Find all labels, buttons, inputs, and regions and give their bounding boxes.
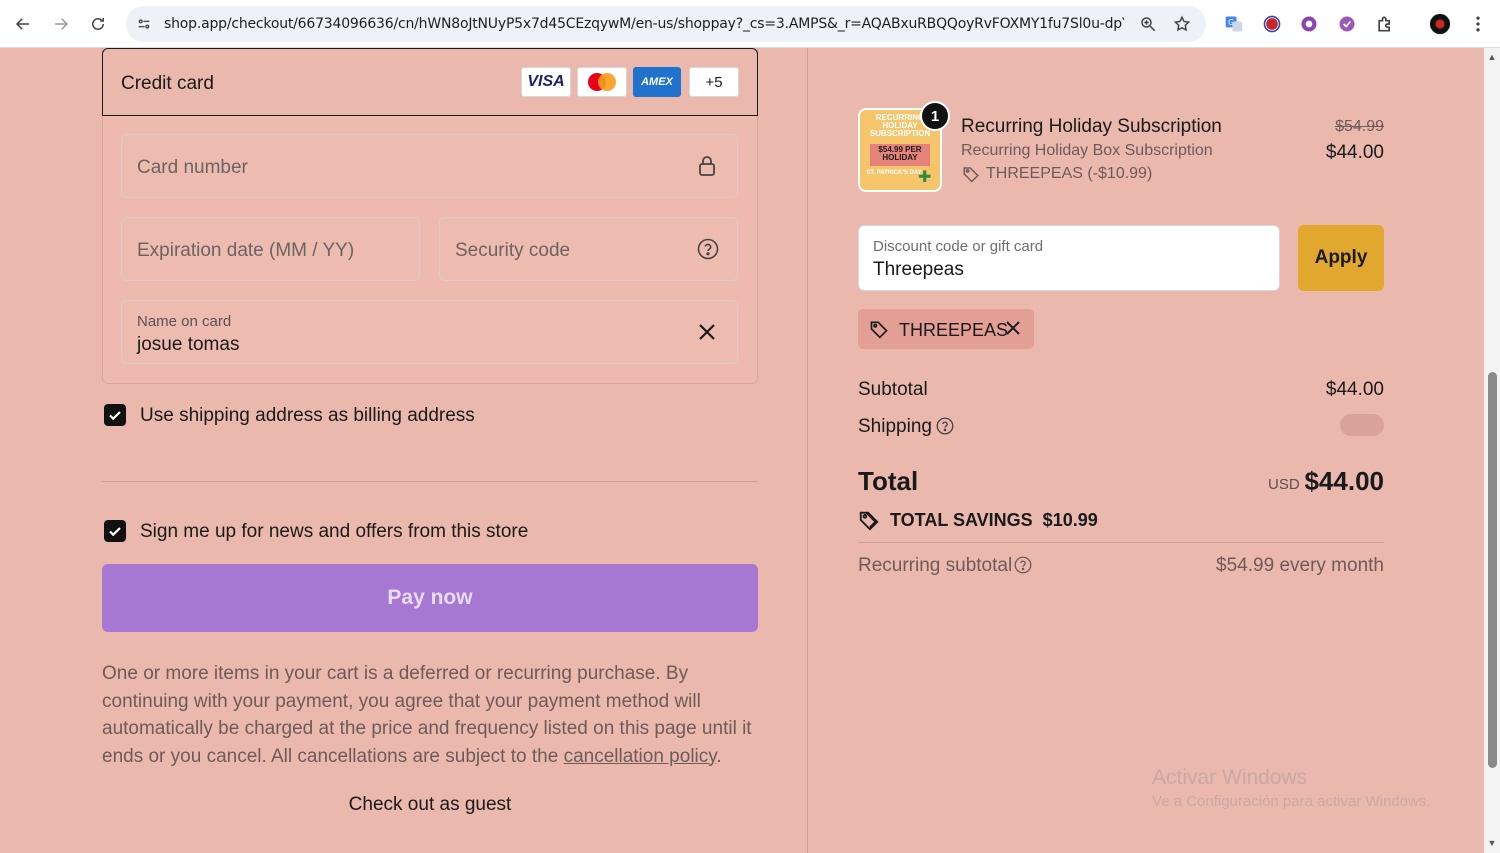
card-number-placeholder: Card number — [137, 157, 248, 178]
forward-icon[interactable] — [47, 10, 75, 38]
product-subtitle: Recurring Holiday Box Subscription — [961, 142, 1213, 159]
clover-icon: ✚ — [918, 169, 932, 186]
browser-toolbar: shop.app/checkout/66734096636/cn/hWN8oJt… — [0, 0, 1500, 48]
site-settings-icon[interactable] — [134, 14, 154, 34]
credit-card-label: Credit card — [121, 73, 214, 94]
browser-menu-icon[interactable] — [1466, 12, 1490, 36]
bug-extension-icon[interactable] — [1260, 12, 1284, 36]
checkout-as-guest-link[interactable]: Check out as guest — [102, 794, 758, 816]
translate-extension-icon[interactable]: G — [1222, 12, 1246, 36]
mastercard-logo — [577, 67, 627, 97]
page-scrollbar-thumb[interactable] — [1488, 372, 1497, 768]
security-code-field[interactable]: Security code — [439, 217, 738, 281]
scroll-down-arrow-icon[interactable]: ▼ — [1486, 838, 1498, 848]
back-icon[interactable] — [9, 10, 37, 38]
credit-card-option[interactable]: Credit card VISA AMEX +5 — [102, 48, 758, 116]
expiration-date-field[interactable]: Expiration date (MM / YY) — [121, 217, 420, 281]
applied-code-text: THREEPEAS — [899, 320, 1009, 340]
newsletter-checkbox[interactable] — [104, 520, 126, 542]
card-number-field[interactable]: Card number — [121, 134, 738, 198]
lock-icon — [695, 154, 719, 178]
pay-now-button[interactable]: Pay now — [102, 564, 758, 632]
clear-x-icon[interactable] — [695, 320, 719, 344]
amex-logo: AMEX — [633, 67, 681, 97]
expiration-placeholder: Expiration date (MM / YY) — [137, 240, 355, 261]
recurring-subtotal-label: Recurring subtotal — [858, 555, 1013, 576]
billing-address-checkbox[interactable] — [104, 404, 126, 426]
summary-divider — [858, 542, 1384, 543]
remove-code-x-icon[interactable] — [1003, 318, 1023, 338]
subtotal-label: Subtotal — [858, 379, 928, 400]
total-label: Total — [858, 466, 919, 496]
windows-activation-subtitle: Ve a Configuración para activar Windows. — [1152, 793, 1431, 810]
original-price: $54.99 — [1335, 118, 1384, 135]
name-on-card-label: Name on card — [137, 313, 232, 330]
recurring-help-icon[interactable] — [1014, 556, 1032, 574]
visa-logo: VISA — [521, 67, 571, 97]
tag-icon — [962, 165, 980, 183]
disclaimer-end: . — [716, 745, 722, 767]
address-bar[interactable]: shop.app/checkout/66734096636/cn/hWN8oJt… — [126, 6, 1206, 42]
product-title: Recurring Holiday Subscription — [961, 116, 1222, 137]
more-brands-badge: +5 — [689, 67, 739, 97]
security-code-placeholder: Security code — [455, 240, 571, 261]
subtotal-value: $44.00 — [1325, 379, 1384, 400]
name-on-card-value[interactable]: josue tomas — [137, 334, 239, 356]
product-discount-code: THREEPEAS (-$10.99) — [986, 165, 1153, 182]
purple-extension-icon[interactable] — [1297, 12, 1321, 36]
zoom-icon[interactable] — [1138, 14, 1158, 34]
total-savings: TOTAL SAVINGS $10.99 — [890, 510, 1098, 530]
name-on-card-field[interactable]: Name on card josue tomas — [121, 300, 738, 364]
total-value: $44.00 — [1304, 466, 1384, 496]
profile-avatar-icon[interactable] — [1428, 12, 1452, 36]
billing-address-label[interactable]: Use shipping address as billing address — [140, 405, 475, 427]
discount-code-label: Discount code or gift card — [873, 238, 1044, 255]
purple-extension-icon-2[interactable] — [1335, 12, 1359, 36]
windows-activation-title: Activar Windows — [1152, 766, 1308, 789]
thumb-text-mid: $54.99 PER HOLIDAY — [870, 144, 930, 166]
shipping-help-icon[interactable] — [936, 417, 954, 435]
shipping-label: Shipping — [858, 416, 932, 437]
recurring-subtotal-value: $54.99 every month — [1216, 555, 1384, 576]
discounted-price: $44.00 — [1325, 142, 1384, 163]
tag-icon — [869, 319, 889, 339]
apply-discount-button[interactable]: Apply — [1298, 225, 1384, 291]
extensions-puzzle-icon[interactable] — [1373, 12, 1397, 36]
cancellation-policy-link[interactable]: cancellation policy — [564, 746, 717, 767]
bookmark-star-icon[interactable] — [1172, 14, 1192, 34]
newsletter-label[interactable]: Sign me up for news and offers from this… — [140, 521, 528, 543]
recurring-disclaimer: One or more items in your cart is a defe… — [102, 660, 762, 770]
reload-icon[interactable] — [84, 10, 112, 38]
section-divider — [102, 481, 758, 482]
question-circle-icon[interactable] — [696, 237, 720, 261]
applied-code-chip: THREEPEAS — [858, 309, 1034, 349]
quantity-badge: 1 — [920, 101, 950, 131]
url-text[interactable]: shop.app/checkout/66734096636/cn/hWN8oJt… — [164, 16, 1124, 32]
scroll-up-arrow-icon[interactable]: ▲ — [1486, 52, 1498, 62]
discount-code-field[interactable]: Discount code or gift card — [858, 225, 1280, 291]
discount-code-input[interactable] — [873, 259, 1253, 281]
total-currency: USD — [1268, 476, 1300, 493]
column-divider — [807, 48, 808, 853]
thumb-text-bottom: ST. PATRICK'S DAY — [866, 170, 922, 176]
savings-tag-icon — [858, 509, 880, 531]
shipping-loading-placeholder — [1340, 414, 1384, 436]
